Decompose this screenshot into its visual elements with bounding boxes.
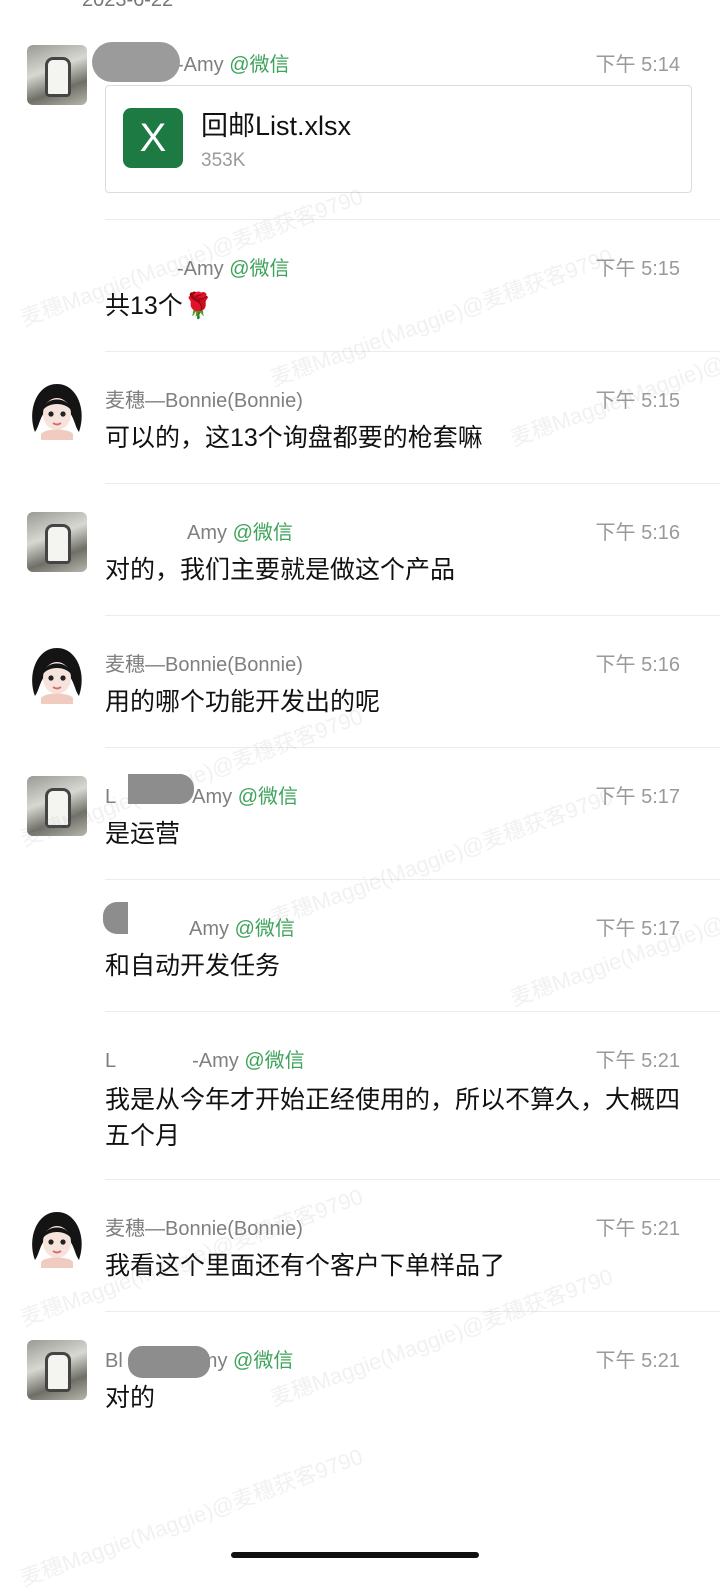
message-item: L Amy @微信 下午 5:17 是运营	[0, 748, 720, 880]
message-time: 下午 5:17	[595, 786, 680, 808]
redaction-mask	[92, 42, 180, 82]
redaction-mask	[103, 902, 128, 934]
message-time: 下午 5:21	[595, 1050, 680, 1072]
avatar[interactable]	[27, 1340, 87, 1400]
message-item: -Amy @微信 下午 5:14 X 回邮List.xlsx 353K	[0, 0, 720, 220]
message-time: 下午 5:21	[595, 1350, 680, 1372]
girl-avatar-icon	[32, 648, 82, 704]
sender-name: Amy @微信	[189, 918, 295, 940]
sender-name: 麦穗—Bonnie(Bonnie)	[105, 390, 303, 412]
message-text[interactable]: 共13个🌹	[105, 288, 690, 324]
sender-name: -Amy @微信	[177, 258, 290, 280]
redaction-mask	[128, 774, 194, 804]
file-attachment[interactable]: X 回邮List.xlsx 353K	[105, 85, 692, 193]
avatar[interactable]	[27, 1208, 87, 1268]
message-item: 麦穗—Bonnie(Bonnie) 下午 5:16 用的哪个功能开发出的呢	[0, 616, 720, 748]
channel-tag: @微信	[244, 1050, 305, 1072]
channel-tag: @微信	[229, 258, 290, 280]
avatar[interactable]	[27, 776, 87, 836]
avatar[interactable]	[27, 380, 87, 440]
message-item: L -Amy @微信 下午 5:21 我是从今年才开始正经使用的，所以不算久，大概…	[0, 1012, 720, 1180]
message-time: 下午 5:15	[595, 390, 680, 412]
channel-tag: @微信	[234, 918, 295, 940]
redaction-mask	[128, 1346, 210, 1378]
channel-tag: @微信	[232, 522, 293, 544]
message-item: Amy @微信 下午 5:16 对的，我们主要就是做这个产品	[0, 484, 720, 616]
avatar[interactable]	[27, 644, 87, 704]
channel-tag: @微信	[229, 54, 290, 76]
message-item: 麦穗—Bonnie(Bonnie) 下午 5:15 可以的，这13个询盘都要的枪…	[0, 352, 720, 484]
girl-avatar-icon	[32, 384, 82, 440]
message-text[interactable]: 是运营	[105, 816, 690, 852]
sender-name: Amy @微信	[187, 522, 293, 544]
file-name: 回邮List.xlsx	[201, 111, 352, 141]
message-time: 下午 5:21	[595, 1218, 680, 1240]
channel-tag: @微信	[237, 786, 298, 808]
sender-name: 麦穗—Bonnie(Bonnie)	[105, 1218, 303, 1240]
avatar[interactable]	[27, 512, 87, 572]
message-text[interactable]: 和自动开发任务	[105, 948, 690, 984]
message-text[interactable]: 对的，我们主要就是做这个产品	[105, 552, 690, 588]
message-text[interactable]: 可以的，这13个询盘都要的枪套嘛	[105, 420, 690, 456]
girl-avatar-icon	[32, 1212, 82, 1268]
watermark-text: 麦穗Maggie(Maggie)@麦穗获客9790	[17, 1443, 367, 1592]
message-text[interactable]: 我是从今年才开始正经使用的，所以不算久，大概四五个月	[105, 1082, 690, 1154]
message-item: Bl my @微信 下午 5:21 对的	[0, 1312, 720, 1444]
message-text[interactable]: 我看这个里面还有个客户下单样品了	[105, 1248, 690, 1284]
sender-name: L -Amy @微信	[105, 1050, 305, 1072]
message-time: 下午 5:15	[595, 258, 680, 280]
message-time: 下午 5:14	[595, 54, 680, 76]
file-size: 353K	[201, 150, 246, 171]
rose-emoji-icon: 🌹	[182, 292, 214, 320]
avatar[interactable]	[27, 45, 87, 105]
message-time: 下午 5:16	[595, 654, 680, 676]
message-text[interactable]: 对的	[105, 1380, 690, 1416]
home-indicator[interactable]	[231, 1552, 479, 1558]
sender-name: 麦穗—Bonnie(Bonnie)	[105, 654, 303, 676]
message-text[interactable]: 用的哪个功能开发出的呢	[105, 684, 690, 720]
message-time: 下午 5:16	[595, 522, 680, 544]
message-item: Amy @微信 下午 5:17 和自动开发任务	[0, 880, 720, 1012]
excel-file-icon: X	[123, 108, 183, 168]
channel-tag: @微信	[233, 1350, 294, 1372]
message-item: 麦穗—Bonnie(Bonnie) 下午 5:21 我看这个里面还有个客户下单样…	[0, 1180, 720, 1312]
message-time: 下午 5:17	[595, 918, 680, 940]
message-item: -Amy @微信 下午 5:15 共13个🌹	[0, 220, 720, 352]
